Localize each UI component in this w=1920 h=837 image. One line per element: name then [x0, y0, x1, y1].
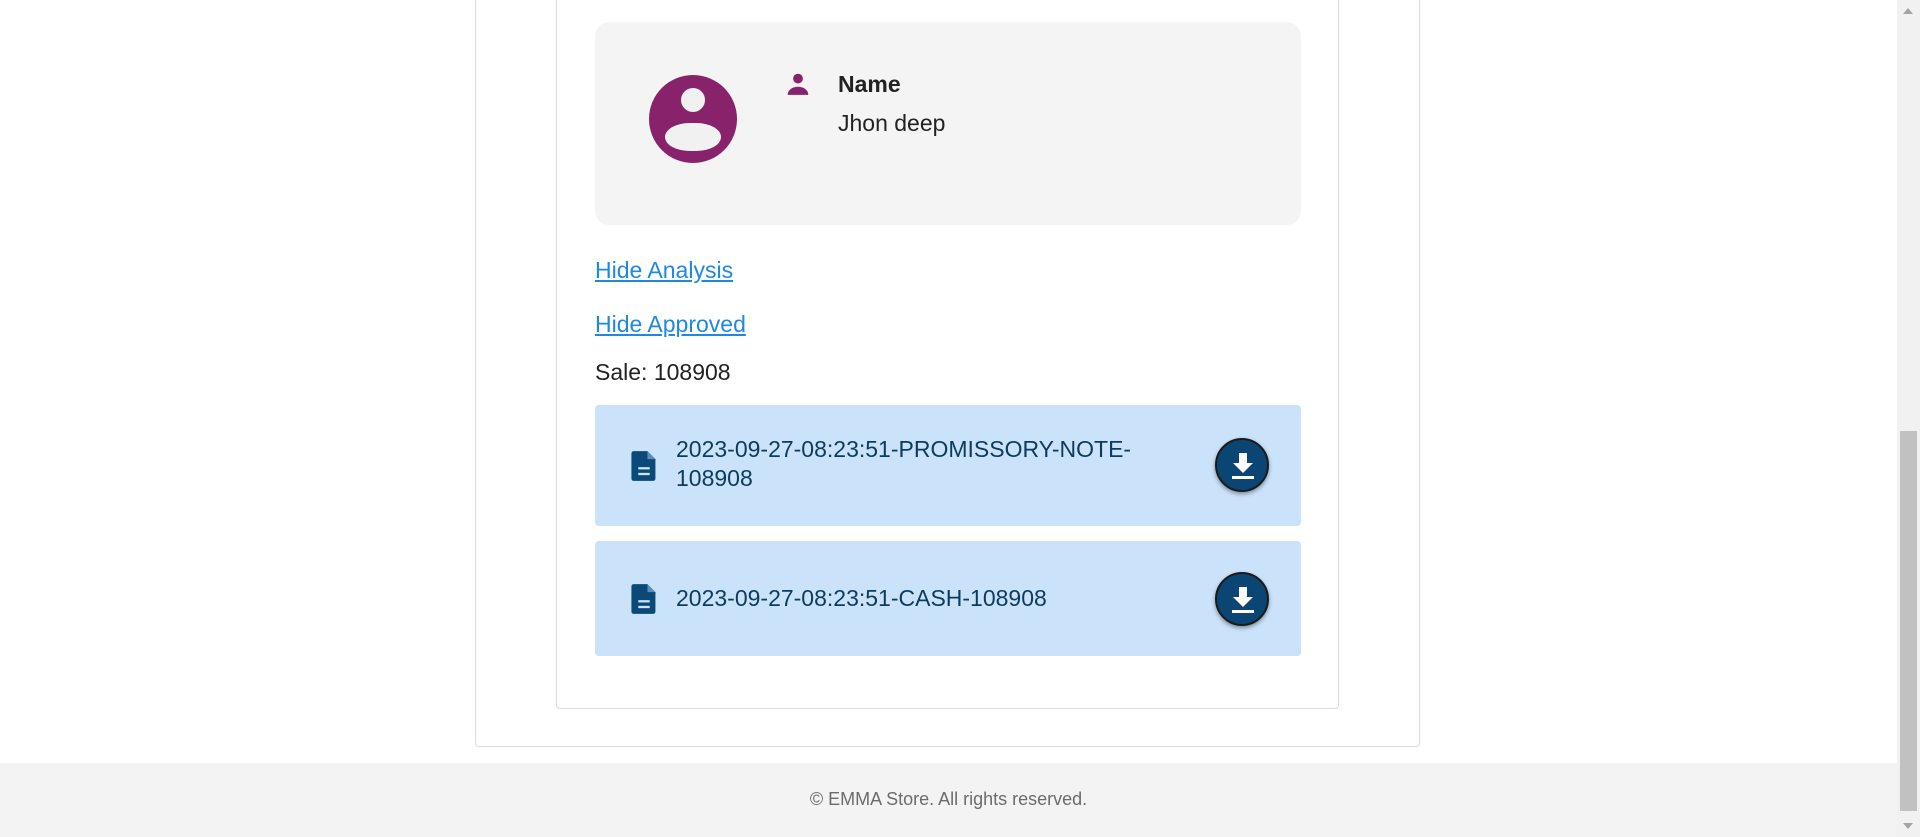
name-value: Jhon deep [838, 110, 946, 136]
file-name: 2023-09-27-08:23:51-PROMISSORY-NOTE-1089… [676, 436, 1132, 491]
download-button[interactable] [1215, 572, 1269, 626]
profile-card: Name Jhon deep [595, 22, 1301, 225]
hide-approved-link[interactable]: Hide Approved [595, 311, 746, 338]
name-label: Name [838, 71, 901, 97]
download-icon [1232, 453, 1254, 479]
download-icon [1232, 587, 1254, 613]
document-icon [631, 584, 656, 614]
scroll-up-arrow-icon[interactable] [1903, 8, 1913, 14]
page-footer: © EMMA Store. All rights reserved. [0, 763, 1897, 837]
scrollbar-thumb[interactable] [1900, 431, 1917, 811]
download-button[interactable] [1215, 438, 1269, 492]
file-name: 2023-09-27-08:23:51-CASH-108908 [676, 585, 1047, 611]
scroll-down-arrow-icon[interactable] [1903, 823, 1913, 829]
hide-analysis-link[interactable]: Hide Analysis [595, 257, 733, 284]
document-icon [631, 451, 656, 481]
page-viewport: Name Jhon deep Hide Analysis Hide Approv… [0, 0, 1897, 837]
sale-number: Sale: 108908 [595, 359, 731, 385]
copyright-text: © EMMA Store. All rights reserved. [809, 789, 1088, 809]
account-circle-icon [649, 75, 737, 163]
file-item-cash: 2023-09-27-08:23:51-CASH-108908 [595, 541, 1301, 656]
person-icon [787, 73, 809, 95]
vertical-scrollbar[interactable] [1897, 0, 1920, 837]
file-item-promissory-note: 2023-09-27-08:23:51-PROMISSORY-NOTE-1089… [595, 405, 1301, 526]
